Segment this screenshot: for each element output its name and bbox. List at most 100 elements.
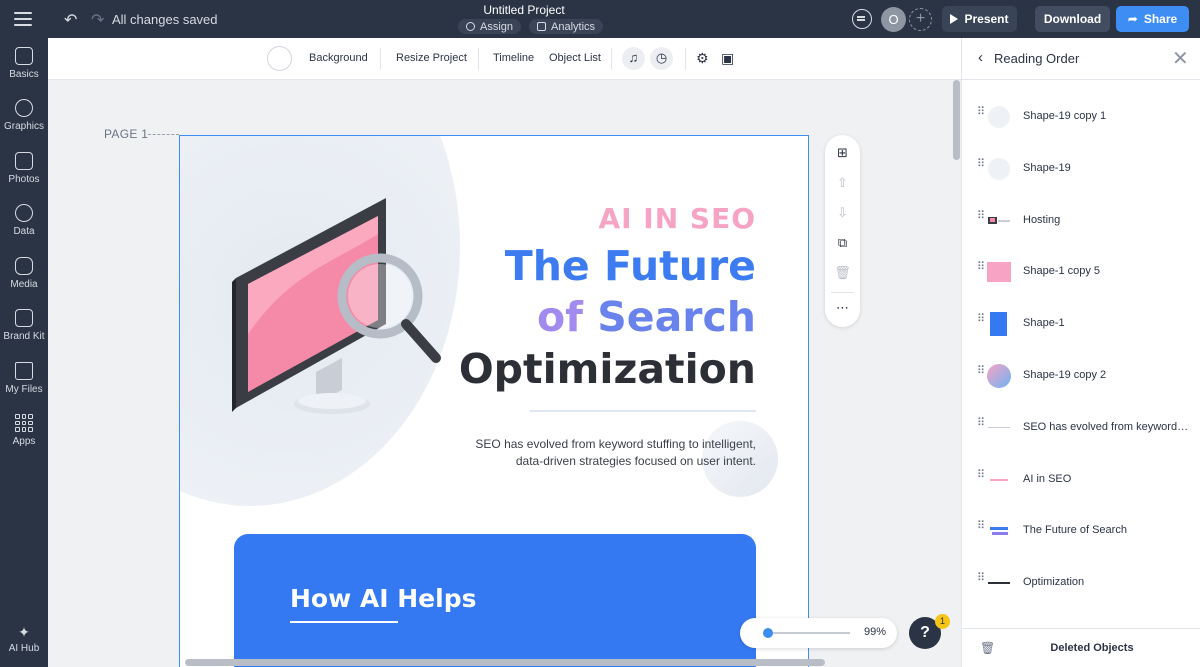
animation-timer-icon[interactable]: ◷	[650, 47, 673, 70]
vertical-scrollbar[interactable]	[953, 80, 960, 160]
top-bar: ↶ ↷ All changes saved Untitled Project A…	[0, 0, 1200, 38]
back-chevron-icon[interactable]: ‹	[978, 49, 983, 66]
deleted-objects-label: Deleted Objects	[1050, 642, 1134, 654]
drag-handle-icon[interactable]: ⠿	[977, 158, 985, 169]
reading-order-list: ⠿ Shape-19 copy 1 ⠿ Shape-19 ⠿ Hosting ⠿…	[962, 91, 1200, 609]
list-item-label: Optimization	[1023, 576, 1085, 589]
list-item[interactable]: ⠿ Shape-1	[962, 298, 1200, 350]
duplicate-page-icon[interactable]: ⧉	[825, 235, 860, 251]
list-item[interactable]: ⠿ Shape-19	[962, 143, 1200, 195]
list-item[interactable]: ⠿ Shape-19 copy 1	[962, 91, 1200, 143]
sidebar-item-label: Apps	[12, 436, 36, 447]
panel-header: ‹ Reading Order ✕	[962, 38, 1200, 80]
share-icon: ➦	[1127, 12, 1138, 26]
assign-label: Assign	[480, 20, 514, 33]
divider-line[interactable]	[530, 410, 756, 412]
zoom-value[interactable]: 99%	[864, 626, 886, 638]
present-button[interactable]: Present	[942, 6, 1017, 32]
drag-handle-icon[interactable]: ⠿	[977, 107, 985, 118]
sidebar-item-graphics[interactable]: Graphics	[0, 99, 48, 132]
add-page-icon[interactable]: ⊞	[825, 145, 860, 161]
sidebar-item-data[interactable]: Data	[0, 204, 48, 237]
left-sidebar: Basics Graphics Photos Data Media Brand …	[0, 38, 48, 667]
description-text[interactable]: SEO has evolved from keyword stuffing to…	[180, 436, 756, 470]
media-icon	[15, 257, 33, 275]
share-button[interactable]: ➦ Share	[1116, 6, 1189, 32]
delete-page-icon[interactable]: 🗑	[825, 265, 860, 281]
thumbnail	[987, 157, 1011, 181]
sidebar-item-apps[interactable]: Apps	[0, 414, 48, 447]
heading-optimization[interactable]: Optimization	[180, 345, 756, 393]
drag-handle-icon[interactable]: ⠿	[977, 469, 985, 480]
sidebar-item-brand-kit[interactable]: Brand Kit	[0, 309, 48, 342]
accessibility-check-icon[interactable]: ▣	[721, 50, 734, 67]
background-button[interactable]: Background	[309, 52, 368, 64]
list-item-label: SEO has evolved from keyword stuffing to…	[1023, 420, 1189, 433]
object-list-button[interactable]: Object List	[549, 52, 601, 64]
move-page-up-icon[interactable]: ⇧	[825, 175, 860, 191]
close-icon[interactable]: ✕	[1172, 46, 1189, 71]
heading-ai-in-seo[interactable]: AI IN SEO	[180, 202, 756, 235]
deleted-objects-bar[interactable]: 🗑 Deleted Objects	[962, 628, 1200, 667]
drag-handle-icon[interactable]: ⠿	[977, 314, 985, 325]
zoom-slider-track[interactable]	[764, 632, 850, 634]
thumbnail	[987, 468, 1011, 492]
how-ai-helps-card[interactable]: How AI Helps	[234, 534, 756, 667]
timeline-button[interactable]: Timeline	[493, 52, 534, 64]
notification-badge: 1	[935, 614, 950, 629]
sparkle-icon: ✦	[18, 624, 30, 640]
reading-order-panel: ‹ Reading Order ✕ ⠿ Shape-19 copy 1 ⠿ Sh…	[961, 38, 1200, 667]
comments-icon[interactable]	[852, 9, 872, 29]
drag-handle-icon[interactable]: ⠿	[977, 417, 985, 428]
sidebar-item-label: Data	[13, 226, 35, 237]
assign-icon	[466, 22, 475, 31]
move-page-down-icon[interactable]: ⇩	[825, 205, 860, 221]
sidebar-item-media[interactable]: Media	[0, 257, 48, 290]
gear-icon[interactable]: ⚙	[696, 50, 709, 67]
drag-handle-icon[interactable]: ⠿	[977, 210, 985, 221]
download-button[interactable]: Download	[1035, 6, 1110, 32]
sidebar-item-photos[interactable]: Photos	[0, 152, 48, 185]
resize-project-button[interactable]: Resize Project	[396, 52, 467, 64]
add-collaborator-icon[interactable]: +	[909, 8, 932, 31]
horizontal-scrollbar[interactable]	[185, 659, 825, 666]
zoom-control: 99%	[740, 618, 897, 648]
divider	[685, 48, 686, 70]
more-options-icon[interactable]: ⋯	[825, 300, 860, 316]
list-item[interactable]: ⠿ The Future of Search	[962, 505, 1200, 557]
list-item[interactable]: ⠿ Shape-1 copy 5	[962, 246, 1200, 298]
music-icon[interactable]: ♫	[622, 47, 645, 70]
drag-handle-icon[interactable]: ⠿	[977, 262, 985, 273]
drag-handle-icon[interactable]: ⠿	[977, 573, 985, 584]
how-ai-helps-title[interactable]: How AI Helps	[290, 584, 476, 613]
page-label: PAGE 1	[104, 127, 149, 141]
heading-the-future[interactable]: The Future	[180, 242, 756, 290]
canvas-area: PAGE 1 AI IN SEO The Future of Search Op…	[48, 80, 961, 667]
zoom-slider-handle[interactable]	[763, 628, 773, 638]
heading-of-search[interactable]: of Search	[180, 293, 756, 341]
thumbnail	[987, 260, 1011, 284]
list-item-label: Shape-19 copy 2	[1023, 368, 1107, 381]
background-color-swatch[interactable]	[267, 46, 292, 71]
drag-handle-icon[interactable]: ⠿	[977, 365, 985, 376]
sidebar-item-label: AI Hub	[8, 643, 40, 654]
list-item-label: AI in SEO	[1023, 472, 1072, 485]
sidebar-item-my-files[interactable]: My Files	[0, 362, 48, 395]
sidebar-item-ai-hub[interactable]: ✦ AI Hub	[0, 624, 48, 654]
analytics-label: Analytics	[551, 20, 596, 33]
list-item[interactable]: ⠿ AI in SEO	[962, 454, 1200, 506]
assign-button[interactable]: Assign	[458, 19, 522, 34]
divider	[478, 48, 479, 70]
list-item-label: Shape-19 copy 1	[1023, 110, 1107, 122]
list-item[interactable]: ⠿ SEO has evolved from keyword stuffing …	[962, 402, 1200, 454]
design-page[interactable]: AI IN SEO The Future of Search Optimizat…	[179, 135, 809, 667]
list-item[interactable]: ⠿ Shape-19 copy 2	[962, 350, 1200, 402]
drag-handle-icon[interactable]: ⠿	[977, 521, 985, 532]
avatar[interactable]: O	[881, 7, 906, 32]
list-item[interactable]: ⠿ Hosting	[962, 195, 1200, 247]
brand-kit-icon	[15, 309, 33, 327]
analytics-button[interactable]: Analytics	[529, 19, 604, 34]
sidebar-item-basics[interactable]: Basics	[0, 47, 48, 80]
description-line: data-driven strategies focused on user i…	[515, 454, 756, 468]
list-item[interactable]: ⠿ Optimization	[962, 557, 1200, 609]
